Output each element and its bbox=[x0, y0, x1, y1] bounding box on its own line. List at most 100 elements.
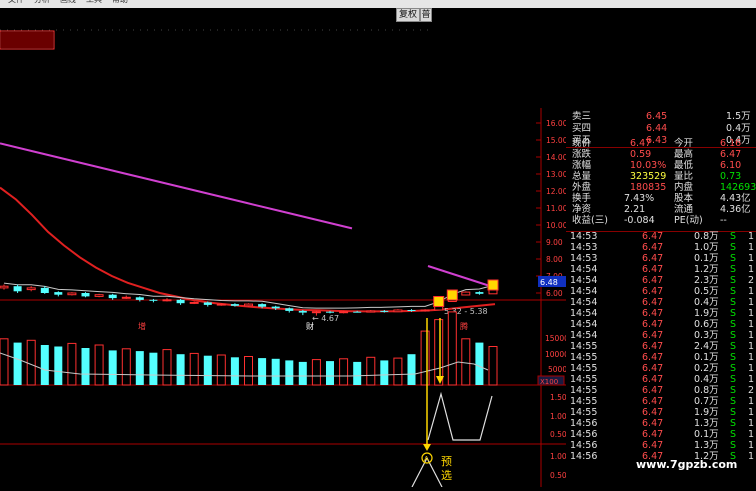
menu-item-file[interactable]: 文件 bbox=[8, 0, 24, 5]
tick-row[interactable]: 14:55 6.47 0.1万 S 1 bbox=[566, 352, 756, 363]
tick-side: S bbox=[730, 363, 737, 374]
price-axis-ticks: 16.00 15.00 14.00 13.00 12.00 11.00 10.00 9.00 8… bbox=[546, 119, 568, 298]
kline-chart-area[interactable]: 16.00 15.00 14.00 13.00 12.00 11.00 10.00 9.00 8… bbox=[0, 8, 569, 488]
ind2-tick: 0.50 bbox=[550, 471, 566, 480]
tick-volume: 0.7万 bbox=[694, 396, 719, 407]
tick-row[interactable]: 14:56 6.47 1.3万 S 1 bbox=[566, 418, 756, 429]
volume-bar bbox=[67, 342, 77, 386]
tick-row[interactable]: 14:56 6.47 1.3万 S 1 bbox=[566, 440, 756, 451]
volume-bar bbox=[434, 319, 444, 386]
tick-row[interactable]: 14:54 6.47 0.5万 S 1 bbox=[566, 286, 756, 297]
tick-row[interactable]: 14:54 6.47 0.3万 S 1 bbox=[566, 330, 756, 341]
volume-tick: 10000 bbox=[545, 350, 566, 359]
volume-bar bbox=[407, 354, 416, 385]
volume-bar bbox=[298, 361, 307, 385]
menu-item-tools[interactable]: 工具 bbox=[86, 0, 102, 5]
tick-time: 14:56 bbox=[570, 440, 598, 451]
volume-bar bbox=[81, 348, 90, 385]
tick-row[interactable]: 14:55 6.47 1.9万 S 1 bbox=[566, 407, 756, 418]
volume-bar bbox=[326, 361, 334, 385]
tick-time: 14:55 bbox=[570, 385, 598, 396]
volume-bar bbox=[135, 351, 144, 385]
tick-time: 14:54 bbox=[570, 308, 598, 319]
ind1-tick: 1.50 bbox=[550, 393, 566, 402]
tick-volume: 1.0万 bbox=[694, 242, 719, 253]
low-price-label: ← 4.67 bbox=[312, 314, 339, 323]
volume-bar bbox=[447, 311, 457, 386]
candle-body bbox=[189, 301, 199, 304]
candle-body bbox=[230, 304, 239, 306]
ask-row[interactable]: 卖三 6.45 1.5万 bbox=[566, 111, 756, 123]
ma-magenta-line bbox=[0, 142, 353, 230]
marker-zeng: 增 bbox=[138, 321, 146, 331]
candle-body bbox=[311, 311, 321, 314]
candle-body bbox=[285, 308, 294, 311]
volume-tick: 15000 bbox=[545, 334, 566, 343]
current-price-tag: 6.48 bbox=[540, 278, 558, 287]
tick-row[interactable]: 14:55 6.47 0.2万 S 1 bbox=[566, 363, 756, 374]
candle-body bbox=[271, 306, 280, 309]
tick-time: 14:54 bbox=[570, 297, 598, 308]
tick-row[interactable]: 14:55 6.47 0.8万 S 2 bbox=[566, 385, 756, 396]
tick-row[interactable]: 14:53 6.47 0.8万 S 1 bbox=[566, 231, 756, 242]
tick-row[interactable]: 14:54 6.47 1.2万 S 1 bbox=[566, 264, 756, 275]
menu-item-help[interactable]: 帮助 bbox=[112, 0, 128, 5]
ask-volume: 1.5万 bbox=[726, 111, 751, 122]
candle-body bbox=[326, 311, 334, 313]
candle-body bbox=[13, 286, 22, 292]
tick-row[interactable]: 14:54 6.47 1.9万 S 1 bbox=[566, 308, 756, 319]
volume-bar bbox=[258, 358, 267, 385]
quote-panel: 卖三 6.45 1.5万 买四 6.44 0.4万 买五 6.43 0.4万 现价 … bbox=[566, 110, 756, 487]
tick-time: 14:55 bbox=[570, 341, 598, 352]
signal-label-line2: 选 bbox=[441, 469, 452, 482]
volume-bar bbox=[311, 359, 321, 386]
stat-row: 收益(三) -0.084 PE(动) -- bbox=[566, 215, 756, 227]
tick-row[interactable]: 14:55 6.47 2.4万 S 1 bbox=[566, 341, 756, 352]
tick-row[interactable]: 14:56 6.47 0.1万 S 1 bbox=[566, 429, 756, 440]
candle-body bbox=[135, 297, 144, 300]
tick-count: 1 bbox=[748, 374, 755, 385]
tick-side: S bbox=[730, 319, 737, 330]
tick-row[interactable]: 14:55 6.47 0.7万 S 1 bbox=[566, 396, 756, 407]
tick-price: 6.47 bbox=[642, 242, 664, 253]
tick-time: 14:53 bbox=[570, 242, 598, 253]
candle-body bbox=[162, 299, 172, 302]
menu-item-analysis[interactable]: 分析 bbox=[34, 0, 50, 5]
tick-side: S bbox=[730, 253, 737, 264]
candle-body bbox=[420, 309, 430, 312]
stock-name-box-fill bbox=[1, 32, 53, 48]
candle-body bbox=[380, 310, 389, 312]
tick-count: 1 bbox=[748, 286, 755, 297]
volume-bar bbox=[162, 349, 172, 386]
tick-row[interactable]: 14:53 6.47 0.1万 S 1 bbox=[566, 253, 756, 264]
tick-row[interactable]: 14:54 6.47 0.6万 S 1 bbox=[566, 319, 756, 330]
tick-price: 6.47 bbox=[642, 407, 664, 418]
tick-count: 1 bbox=[748, 264, 755, 275]
volume-bar bbox=[121, 348, 131, 386]
ask-price: 6.45 bbox=[646, 111, 668, 122]
price-tick: 6.00 bbox=[546, 289, 563, 298]
marker-cai: 财 bbox=[306, 321, 314, 331]
candle-body bbox=[353, 311, 362, 313]
tick-side: S bbox=[730, 385, 737, 396]
volume-bar bbox=[176, 354, 185, 385]
candle-body bbox=[40, 287, 49, 293]
tick-row[interactable]: 14:55 6.47 0.4万 S 1 bbox=[566, 374, 756, 385]
volume-bar bbox=[54, 346, 63, 385]
tick-price: 6.47 bbox=[642, 275, 664, 286]
tick-side: S bbox=[730, 429, 737, 440]
tick-side: S bbox=[730, 308, 737, 319]
tick-row[interactable]: 14:54 6.47 0.4万 S 1 bbox=[566, 297, 756, 308]
menu-item-draw[interactable]: 画线 bbox=[60, 0, 76, 5]
tick-row[interactable]: 14:54 6.47 2.3万 S 2 bbox=[566, 275, 756, 286]
tick-side: S bbox=[730, 374, 737, 385]
tick-volume: 2.3万 bbox=[694, 275, 719, 286]
kline-chart-svg: 16.00 15.00 14.00 13.00 12.00 11.00 10.00 9.00 8… bbox=[0, 29, 569, 488]
limit-up-mark bbox=[446, 289, 458, 301]
tick-price: 6.47 bbox=[642, 352, 664, 363]
tick-time: 14:55 bbox=[570, 396, 598, 407]
tick-row[interactable]: 14:53 6.47 1.0万 S 1 bbox=[566, 242, 756, 253]
volume-bar bbox=[393, 357, 403, 386]
ask-row[interactable]: 买四 6.44 0.4万 bbox=[566, 123, 756, 135]
volume-bar bbox=[108, 350, 117, 385]
